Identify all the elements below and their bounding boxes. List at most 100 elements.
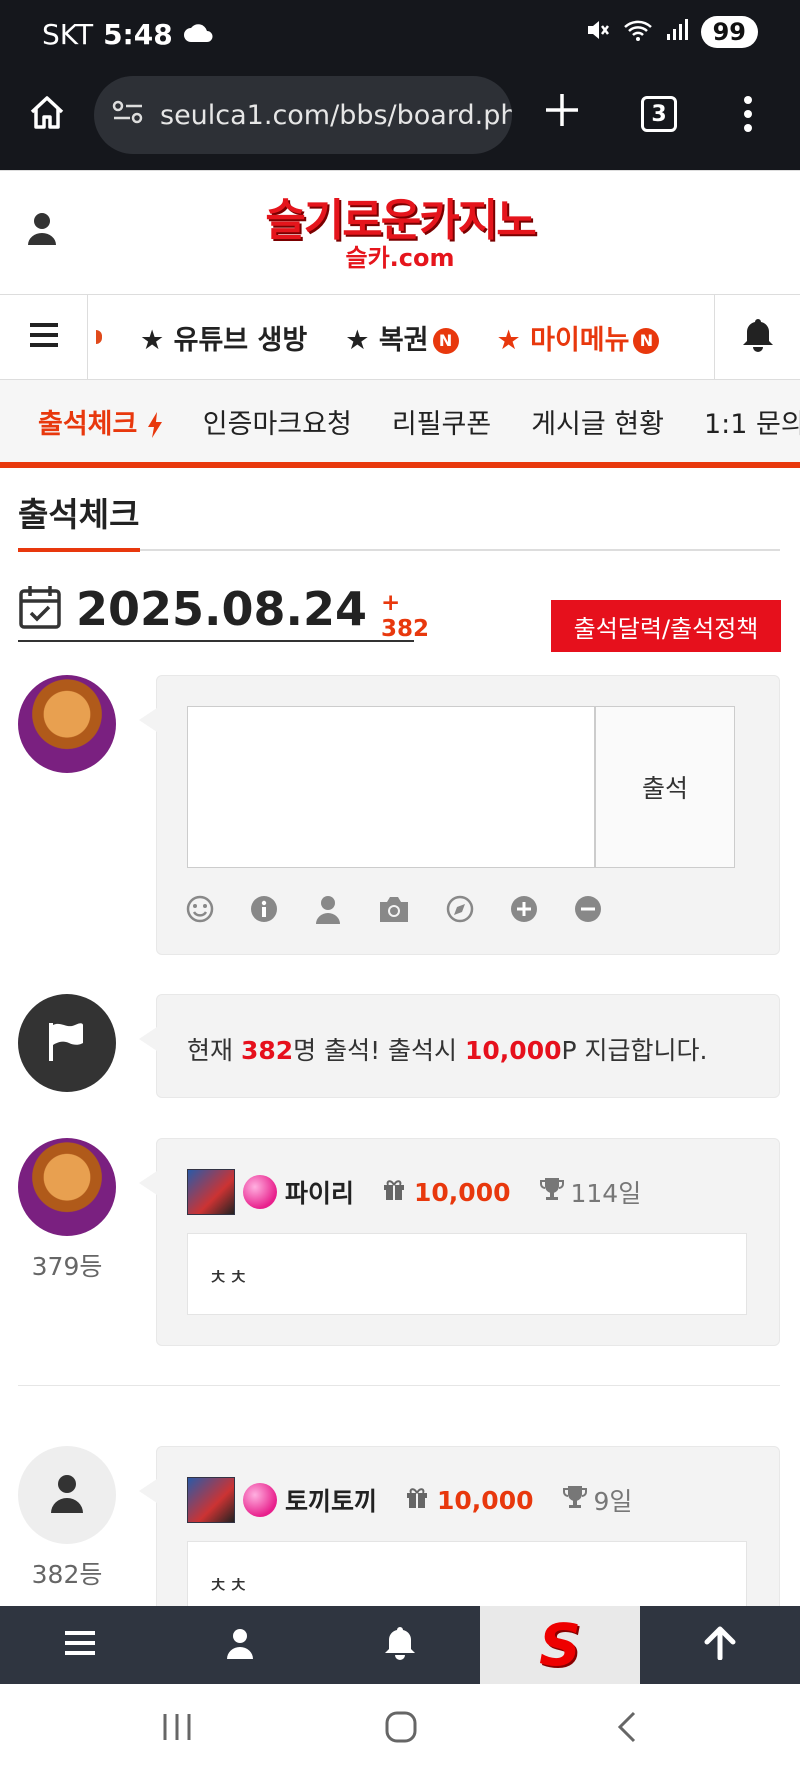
nav-item-mymenu[interactable]: ★ 마이메뉴 N	[497, 318, 660, 357]
rank-label: 379등	[31, 1252, 103, 1281]
bell-icon	[741, 317, 775, 357]
comment-textarea[interactable]	[187, 706, 595, 868]
days-text: 114일	[570, 1179, 642, 1208]
main-nav: ★ 유튜브 생방 ★ 복권 N ★ 마이메뉴 N	[0, 294, 800, 380]
info-suffix: P 지급합니다.	[561, 1036, 708, 1065]
trophy-icon	[539, 1176, 565, 1208]
menu-button[interactable]	[0, 295, 88, 379]
nav-items: ★ 유튜브 생방 ★ 복권 N ★ 마이메뉴 N	[96, 295, 712, 379]
site-header: 슬기로운카지노 슬카.com	[0, 170, 800, 294]
attendance-days: 114일	[539, 1174, 642, 1210]
attend-button[interactable]: 출석	[595, 706, 735, 868]
gem-icon	[243, 1175, 277, 1209]
site-settings-icon[interactable]	[112, 98, 144, 133]
tab-inquiry[interactable]: 1:1 문의	[704, 402, 800, 441]
new-badge: N	[633, 328, 660, 354]
commenter-avatar	[18, 1446, 116, 1544]
status-right: 99	[585, 16, 758, 48]
flag-avatar	[18, 994, 116, 1092]
nav-item-youtube[interactable]: ★ 유튜브 생방	[140, 318, 307, 357]
hamburger-icon	[28, 321, 60, 353]
status-bar: SKT 5:48 99	[0, 0, 800, 72]
status-left: SKT 5:48	[42, 18, 213, 51]
scroll-indicator	[96, 330, 102, 344]
bottom-menu-button[interactable]	[0, 1606, 160, 1684]
level-icon	[187, 1169, 235, 1215]
info-prefix: 현재	[187, 1036, 241, 1065]
logo-main-text: 슬기로운카지노	[265, 195, 536, 246]
attendance-days: 9일	[562, 1482, 632, 1518]
comment-header: 토끼토끼 10,000 9일	[187, 1477, 632, 1523]
new-tab-icon[interactable]	[540, 88, 584, 136]
form-toolbar	[185, 894, 603, 924]
comment-text: ㅊㅊ	[187, 1233, 747, 1315]
tab-post-status[interactable]: 게시글 현황	[531, 402, 664, 441]
more-menu-icon[interactable]	[740, 92, 756, 140]
bottom-notification-button[interactable]	[320, 1606, 480, 1684]
avatar-image	[18, 1138, 116, 1236]
avatar-image	[18, 675, 116, 773]
wifi-icon	[623, 18, 653, 46]
info-mid: 명 출석! 출석시	[293, 1036, 466, 1065]
browser-toolbar: seulca1.com/bbs/board.php 3	[0, 72, 800, 170]
commenter-avatar	[18, 1138, 116, 1236]
back-icon[interactable]	[610, 1710, 644, 1748]
info-icon[interactable]	[249, 894, 279, 924]
minus-circle-icon[interactable]	[573, 894, 603, 924]
tab-refill-coupon[interactable]: 리필쿠폰	[392, 402, 491, 441]
arrow-up-icon	[704, 1626, 736, 1664]
points-value: 10,000	[382, 1177, 511, 1207]
bottom-user-button[interactable]	[160, 1606, 320, 1684]
bottom-bar: S	[0, 1606, 800, 1684]
battery-indicator: 99	[700, 16, 758, 48]
points-value: 10,000	[405, 1485, 534, 1515]
scroll-top-button[interactable]	[640, 1606, 800, 1684]
recent-apps-icon[interactable]	[160, 1710, 194, 1748]
gift-icon	[382, 1177, 406, 1207]
my-avatar	[18, 675, 116, 773]
title-underline	[18, 548, 140, 552]
points-text: 10,000	[414, 1177, 511, 1207]
url-text[interactable]: seulca1.com/bbs/board.php	[160, 100, 512, 131]
nav-item-lottery[interactable]: ★ 복권 N	[345, 318, 459, 357]
nav-item-label: ★ 마이메뉴	[496, 324, 630, 356]
user-icon	[49, 1473, 85, 1517]
rank-label: 382등	[31, 1560, 103, 1589]
points-text: 10,000	[437, 1485, 534, 1515]
attendance-date: 2025.08.24	[76, 582, 368, 636]
bottom-home-logo-button[interactable]: S	[480, 1606, 640, 1684]
attendance-calendar-button[interactable]: 출석달력/출석정책	[551, 600, 781, 652]
comment-header: 파이리 10,000 114일	[187, 1169, 641, 1215]
trophy-icon	[562, 1484, 588, 1516]
hamburger-icon	[63, 1629, 97, 1661]
smile-icon[interactable]	[185, 894, 215, 924]
nav-item-label: ★ 유튜브 생방	[140, 324, 308, 356]
system-nav-bar	[0, 1684, 800, 1778]
attendance-info: 현재 382명 출석! 출석시 10,000P 지급합니다.	[139, 994, 780, 1098]
page-title: 출석체크	[18, 495, 140, 534]
compass-icon[interactable]	[445, 894, 475, 924]
sub-nav: 출석체크 인증마크요청 리필쿠폰 게시글 현황 1:1 문의	[0, 380, 800, 468]
tab-switcher-button[interactable]: 3	[641, 96, 677, 132]
home-nav-icon[interactable]	[384, 1710, 418, 1748]
tab-attendance[interactable]: 출석체크	[38, 402, 163, 441]
s-logo-icon: S	[539, 1611, 581, 1679]
signal-icon	[665, 18, 689, 46]
notification-button[interactable]	[714, 295, 800, 379]
plus-circle-icon[interactable]	[509, 894, 539, 924]
attendance-count: + 382	[381, 590, 430, 642]
home-icon[interactable]	[26, 92, 68, 138]
user-icon	[226, 1627, 254, 1663]
info-count: 382	[240, 1036, 294, 1065]
tab-certification-request[interactable]: 인증마크요청	[203, 402, 352, 441]
nickname[interactable]: 파이리	[285, 1174, 354, 1210]
site-logo[interactable]: 슬기로운카지노 슬카.com	[0, 195, 800, 272]
nickname[interactable]: 토끼토끼	[285, 1482, 377, 1518]
comment-item: 파이리 10,000 114일 ㅊㅊ	[139, 1138, 780, 1346]
camera-icon[interactable]	[377, 894, 411, 924]
address-bar[interactable]: seulca1.com/bbs/board.php	[94, 76, 512, 154]
user-icon[interactable]	[313, 894, 343, 924]
new-badge: N	[432, 328, 459, 354]
tab-label: 출석체크	[38, 408, 138, 440]
attendance-form: 출석	[139, 675, 780, 955]
